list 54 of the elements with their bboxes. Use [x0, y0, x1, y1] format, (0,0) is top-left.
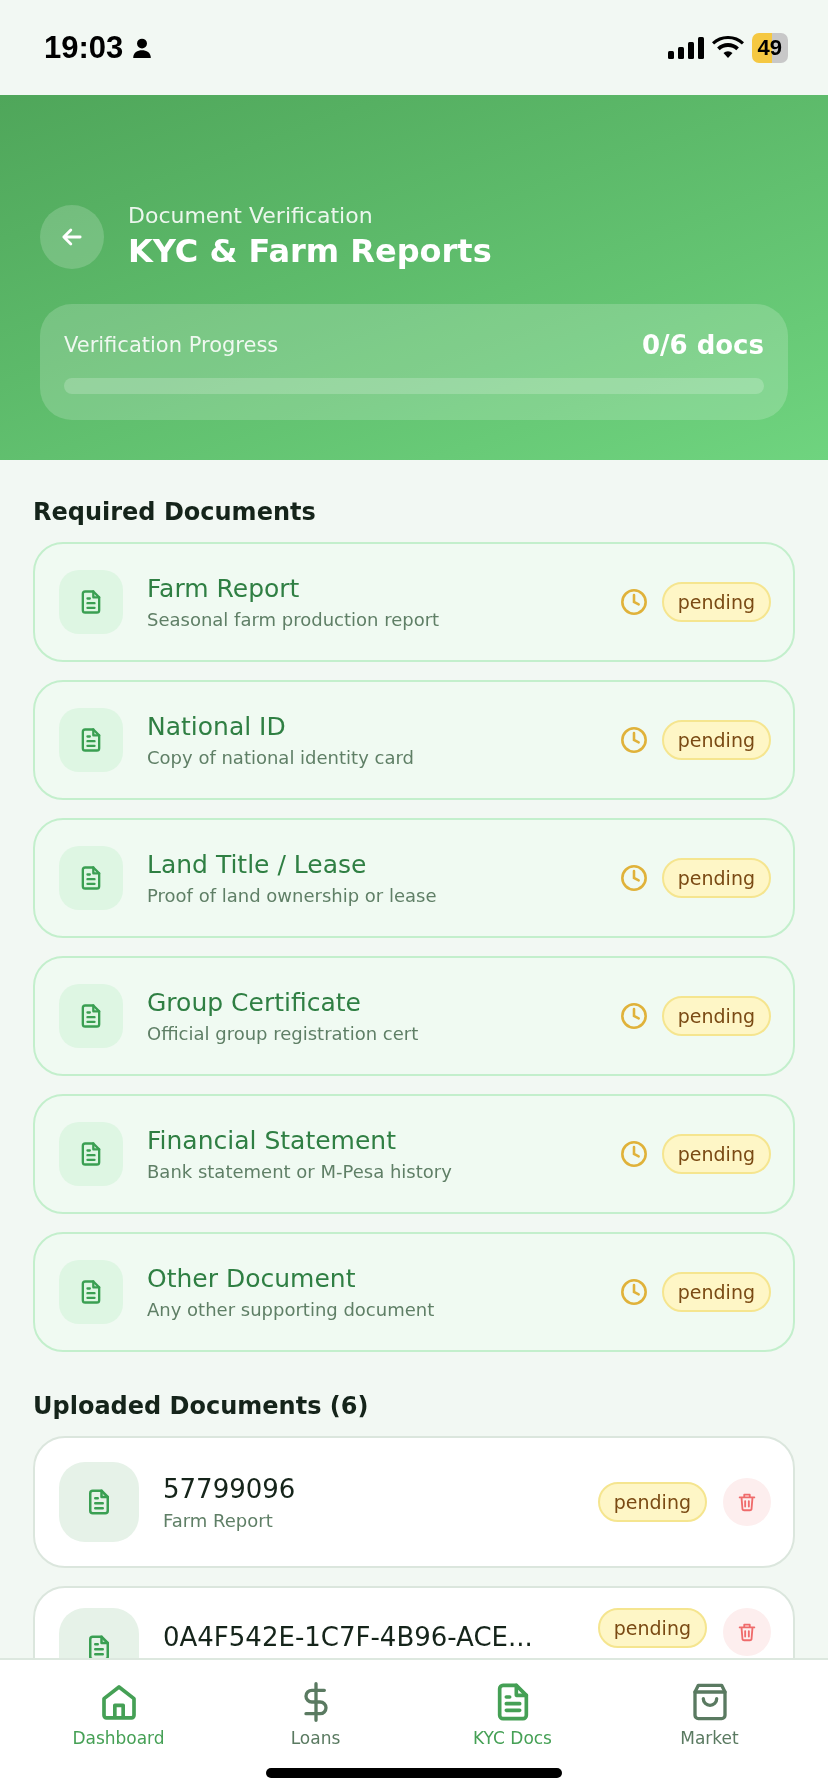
progress-count: 0/6 docs: [641, 330, 764, 360]
tab-item[interactable]: Market: [611, 1682, 808, 1748]
signal-icon: [667, 36, 704, 59]
document-name: 57799096: [163, 1473, 297, 1504]
clock-icon: [619, 864, 648, 892]
header-title: KYC & Farm Reports: [128, 232, 492, 270]
clock-icon: [619, 588, 648, 616]
section-title: Uploaded Documents (6): [33, 1392, 370, 1420]
battery-indicator: 49: [751, 32, 788, 63]
clock-icon: [619, 1002, 648, 1030]
delete-button[interactable]: [723, 1478, 771, 1526]
uploaded-document-card[interactable]: 57799096 Farm Report pending: [33, 1436, 795, 1568]
header-subtitle: Document Verification: [128, 203, 374, 228]
status-badge: pending: [661, 858, 771, 898]
clock-icon: [619, 1278, 648, 1306]
trash-icon: [736, 1491, 758, 1513]
document-card[interactable]: National ID Copy of national identity card pending: [33, 680, 795, 800]
document-title: Land Title / Lease: [147, 850, 368, 879]
document-description: Proof of land ownership or lease: [147, 885, 438, 906]
person-icon: [131, 36, 154, 59]
document-description: Bank statement or M-Pesa history: [147, 1161, 453, 1182]
tab-item[interactable]: Loans: [217, 1682, 414, 1748]
document-description: Copy of national identity card: [147, 747, 415, 768]
document-title: National ID: [147, 712, 287, 741]
status-badge: pending: [661, 720, 771, 760]
section-title: Required Documents: [33, 498, 317, 526]
document-card[interactable]: Land Title / Lease Proof of land ownership or lease pending: [33, 818, 795, 938]
document-title: Other Document: [147, 1264, 357, 1293]
document-title: Group Certificate: [147, 988, 362, 1017]
trash-icon: [736, 1621, 758, 1643]
delete-button[interactable]: [723, 1608, 771, 1656]
clock-icon: [619, 1140, 648, 1168]
document-card[interactable]: Group Certificate Official group registration cert pending: [33, 956, 795, 1076]
document-description: Seasonal farm production report: [147, 609, 441, 630]
status-badge: pending: [661, 582, 771, 622]
clock-icon: [619, 726, 648, 754]
document-type: Farm Report: [163, 1509, 274, 1531]
status-badge: pending: [661, 996, 771, 1036]
progress-label: Verification Progress: [64, 333, 279, 357]
document-description: Official group registration cert: [147, 1023, 420, 1044]
document-description: Any other supporting document: [147, 1299, 436, 1320]
document-title: Financial Statement: [147, 1126, 397, 1155]
document-name: 0A4F542E-1C7F-4B96-ACE...: [163, 1622, 534, 1652]
wifi-icon: [711, 35, 744, 60]
status-time: 19:03: [44, 29, 124, 66]
status-badge: pending: [597, 1482, 707, 1522]
document-card[interactable]: Financial Statement Bank statement or M-Pesa history pending: [33, 1094, 795, 1214]
uploaded-document-card[interactable]: 0A4F542E-1C7F-4B96-ACE... pending: [33, 1586, 795, 1658]
document-title: Farm Report: [147, 574, 301, 603]
document-card[interactable]: Farm Report Seasonal farm production report pending: [33, 542, 795, 662]
status-badge: pending: [661, 1272, 771, 1312]
document-card[interactable]: Other Document Any other supporting document pending: [33, 1232, 795, 1352]
status-badge: pending: [597, 1608, 707, 1648]
status-badge: pending: [661, 1134, 771, 1174]
